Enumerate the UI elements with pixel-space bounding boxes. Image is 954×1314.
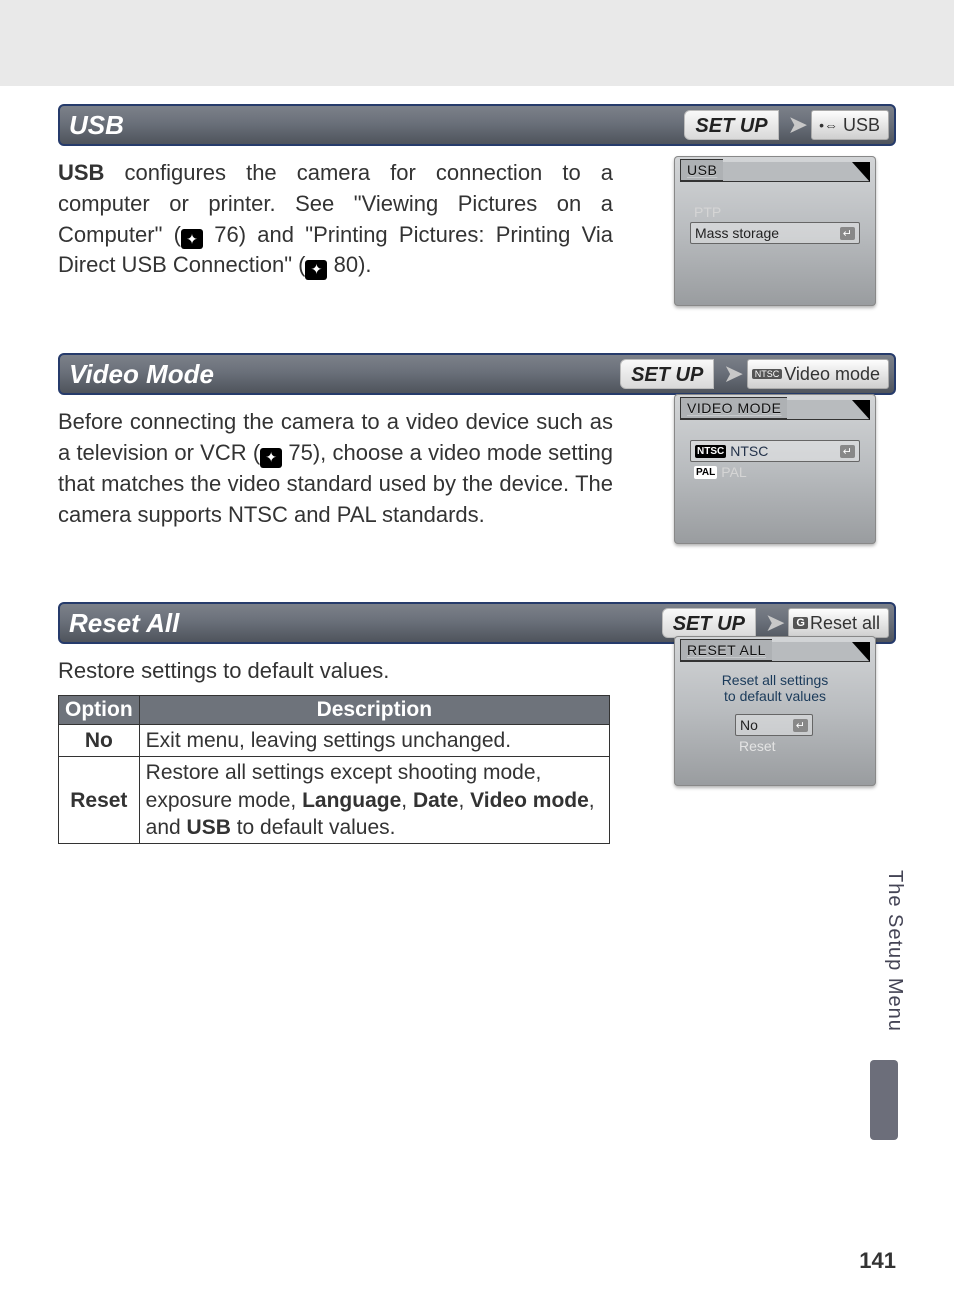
usb-icon: •⇔ — [816, 117, 841, 133]
side-tab-block — [870, 1060, 898, 1140]
nav-setup-label: SET UP — [662, 608, 756, 638]
page-number: 141 — [859, 1248, 896, 1274]
section-body-video: Before connecting the camera to a video … — [58, 407, 613, 530]
lcd-option-mass-storage: Mass storage ↵ — [690, 222, 860, 244]
lcd-option-no: No ↵ — [735, 714, 813, 736]
table-header-option: Option — [59, 696, 140, 725]
page-ref-icon: ✦ — [305, 260, 327, 280]
text: to default values. — [231, 816, 396, 839]
table-row: Reset Restore all settings except shooti… — [59, 757, 610, 844]
section-title-reset: Reset All — [65, 608, 662, 639]
nav-item-usb: •⇔ USB — [811, 110, 889, 140]
ok-icon: ↵ — [840, 445, 855, 458]
arrow-icon: ➤ — [724, 361, 742, 387]
bold-text: Language — [302, 789, 401, 812]
nav-item-video: NTSC Video mode — [747, 359, 889, 389]
lcd-option-label: Mass storage — [695, 225, 779, 241]
breadcrumb-video: SET UP ➤ NTSC Video mode — [620, 359, 889, 389]
ntsc-badge-icon: NTSC — [695, 445, 726, 458]
section-header-usb: USB SET UP ➤ •⇔ USB — [58, 104, 896, 146]
lcd-option-label: NTSC — [730, 443, 768, 459]
lcd-option-label: No — [740, 717, 758, 733]
nav-setup-label: SET UP — [684, 110, 778, 140]
table-header-description: Description — [139, 696, 609, 725]
text: , — [458, 789, 470, 812]
lcd-preview-usb: USB PTP Mass storage ↵ — [674, 156, 876, 306]
ok-icon: ↵ — [840, 227, 855, 240]
table-cell-description: Exit menu, leaving settings unchanged. — [139, 725, 609, 757]
nav-setup-label: SET UP — [620, 359, 714, 389]
section-header-video: Video Mode SET UP ➤ NTSC Video mode — [58, 353, 896, 395]
bold-text: USB — [58, 160, 104, 185]
page-ref: 80 — [334, 252, 358, 277]
table-cell-option: No — [59, 725, 140, 757]
nav-item-label: USB — [843, 115, 880, 136]
bold-text: Video mode — [470, 789, 589, 812]
lcd-option-ntsc: NTSC NTSC ↵ — [690, 440, 860, 462]
ok-icon: ↵ — [793, 719, 808, 732]
lcd-preview-reset: RESET ALL Reset all settings to default … — [674, 636, 876, 786]
options-table: Option Description No Exit menu, leaving… — [58, 695, 610, 844]
page-ref: 75 — [288, 440, 312, 465]
page-top-band — [0, 0, 954, 86]
section-body-usb: USB configures the camera for connection… — [58, 158, 613, 281]
bold-text: USB — [187, 816, 231, 839]
lcd-option-label: PAL — [721, 464, 746, 480]
lcd-message-line1: Reset all settings — [680, 672, 870, 688]
section-title-video: Video Mode — [65, 359, 620, 390]
lcd-option-label: Reset — [739, 738, 776, 754]
breadcrumb-reset: SET UP ➤ G Reset all — [662, 608, 889, 638]
lcd-option-ptp: PTP — [690, 202, 860, 222]
text: , — [401, 789, 413, 812]
pal-badge-icon: PAL — [694, 466, 717, 479]
section-body-reset: Restore settings to default values. — [58, 656, 613, 687]
ntsc-icon: NTSC — [752, 369, 783, 379]
lcd-title: USB — [680, 159, 723, 181]
nav-item-reset: G Reset all — [788, 608, 889, 638]
lcd-preview-video: VIDEO MODE NTSC NTSC ↵ PAL PAL — [674, 394, 876, 544]
lcd-option-reset: Reset — [735, 736, 815, 756]
lcd-title: RESET ALL — [680, 639, 772, 661]
text: ). — [358, 252, 371, 277]
lcd-option-pal: PAL PAL — [690, 462, 860, 482]
section-title-usb: USB — [65, 110, 684, 141]
lcd-message-line2: to default values — [680, 688, 870, 704]
arrow-icon: ➤ — [789, 112, 807, 138]
nav-item-label: Video mode — [784, 364, 880, 385]
reset-icon: G — [793, 617, 808, 629]
bold-text: Date — [413, 789, 459, 812]
page-ref-icon: ✦ — [260, 448, 282, 468]
nav-item-label: Reset all — [810, 613, 880, 634]
table-cell-option: Reset — [59, 757, 140, 844]
arrow-icon: ➤ — [766, 610, 784, 636]
breadcrumb-usb: SET UP ➤ •⇔ USB — [684, 110, 889, 140]
lcd-option-label: PTP — [694, 204, 721, 220]
table-cell-description: Restore all settings except shooting mod… — [139, 757, 609, 844]
page-ref-icon: ✦ — [181, 229, 203, 249]
side-tab-label: The Setup Menu — [883, 870, 906, 1032]
lcd-title: VIDEO MODE — [680, 397, 787, 419]
table-row: No Exit menu, leaving settings unchanged… — [59, 725, 610, 757]
page-ref: 76 — [214, 222, 238, 247]
